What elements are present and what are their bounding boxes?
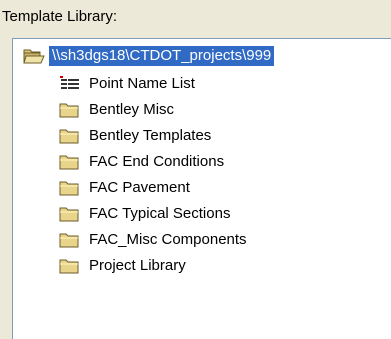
folder-icon: [59, 179, 81, 197]
tree-item-label: Point Name List: [89, 75, 195, 92]
tree-item-fac-pavement[interactable]: FAC Pavement: [59, 175, 247, 201]
tree-root-item[interactable]: \\sh3dgs18\CTDOT_projects\999: [23, 44, 275, 68]
tree-item-bentley-misc[interactable]: Bentley Misc: [59, 97, 247, 123]
folder-icon: [59, 153, 81, 171]
tree-item-label: FAC End Conditions: [89, 153, 225, 170]
tree-item-project-library[interactable]: Project Library: [59, 253, 247, 279]
tree-item-label: FAC_Misc Components: [89, 231, 247, 248]
folder-icon: [59, 205, 81, 223]
tree-item-fac-misc-components[interactable]: FAC_Misc Components: [59, 227, 247, 253]
tree-item-point-name-list[interactable]: Point Name List: [59, 71, 247, 97]
tree-item-bentley-templates[interactable]: Bentley Templates: [59, 123, 247, 149]
tree-item-fac-end-conditions[interactable]: FAC End Conditions: [59, 149, 247, 175]
folder-icon: [59, 257, 81, 275]
tree-item-label: Project Library: [89, 257, 186, 274]
tree-item-fac-typical-sections[interactable]: FAC Typical Sections: [59, 201, 247, 227]
folder-icon: [59, 101, 81, 119]
list-icon: [59, 75, 81, 93]
folder-icon: [59, 231, 81, 249]
template-library-tree[interactable]: \\sh3dgs18\CTDOT_projects\999 Point Name…: [12, 38, 391, 339]
tree-item-label: FAC Pavement: [89, 179, 190, 196]
open-folder-icon: [23, 47, 45, 65]
folder-icon: [59, 127, 81, 145]
tree-item-label: Bentley Templates: [89, 127, 212, 144]
tree-item-label: FAC Typical Sections: [89, 205, 231, 222]
tree-children: Point Name List Bentley Misc Bentley Tem…: [59, 71, 247, 279]
tree-root-label: \\sh3dgs18\CTDOT_projects\999: [49, 46, 275, 66]
template-library-panel: Template Library: \\sh3dgs18\CTDOT_proje…: [0, 0, 391, 339]
tree-item-label: Bentley Misc: [89, 101, 175, 118]
template-library-label: Template Library:: [2, 8, 118, 25]
